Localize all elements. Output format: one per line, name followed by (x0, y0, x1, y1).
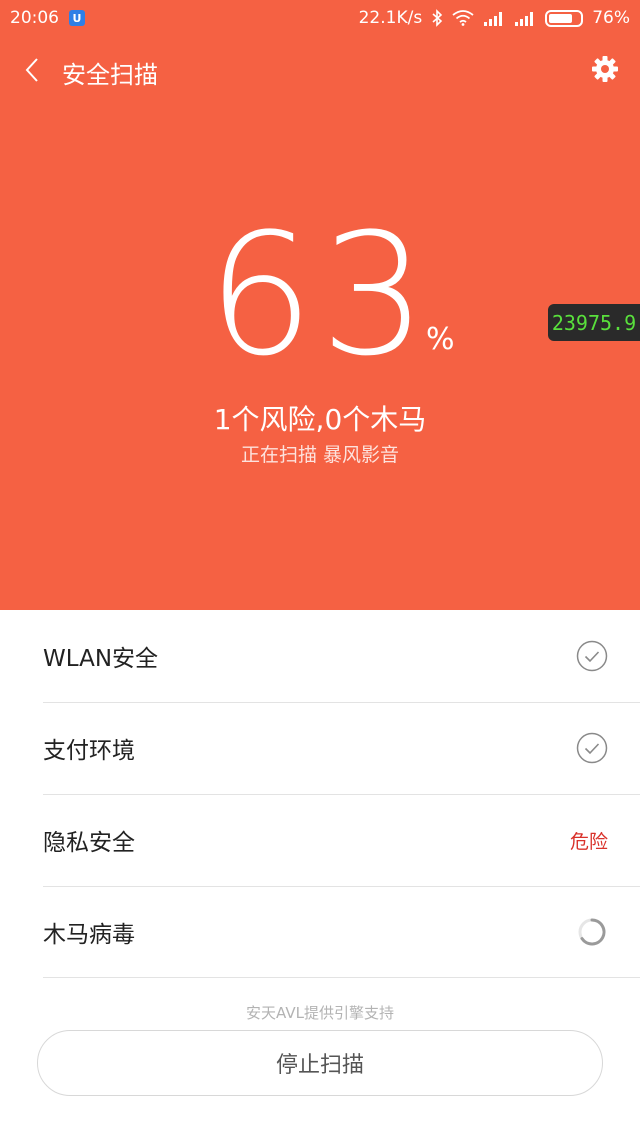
signal-icon (484, 12, 503, 26)
settings-button[interactable] (586, 50, 624, 88)
scan-status-text: 正在扫描 暴风影音 (240, 444, 400, 466)
engine-credit-text: 安天AVL提供引擎支持 (246, 1004, 394, 1022)
bluetooth-icon (432, 9, 443, 27)
list-item-trojan-virus[interactable]: 木马病毒 (0, 886, 640, 978)
signal-icon (515, 12, 534, 26)
loading-spinner-icon (578, 918, 606, 946)
danger-status-label: 危险 (569, 830, 608, 853)
page-title: 安全扫描 (62, 61, 158, 89)
check-circle-icon (576, 640, 608, 672)
check-circle-icon (576, 732, 608, 764)
list-item-label: WLAN安全 (43, 646, 159, 672)
scan-hero-panel: 20:06 U 22.1K/s 76% 安全扫描 63 % 1个风险,0个木马 … (0, 0, 640, 610)
risk-summary: 1个风险,0个木马 (213, 403, 427, 436)
floating-counter-badge[interactable]: 23975.9 (548, 304, 640, 341)
chevron-left-icon (25, 58, 38, 82)
scan-category-list: WLAN安全 支付环境 隐私安全 危险 木马病毒 (0, 610, 640, 978)
progress-percentage: 63 (207, 197, 433, 393)
list-item-payment-environment[interactable]: 支付环境 (0, 702, 640, 794)
battery-percent: 76% (592, 8, 630, 28)
status-bar-right: 22.1K/s 76% (359, 8, 630, 28)
scan-progress: 63 % (0, 210, 640, 380)
percent-sign: % (426, 322, 455, 357)
list-item-privacy-security[interactable]: 隐私安全 危险 (0, 794, 640, 886)
status-bar-left: 20:06 U (10, 8, 85, 28)
list-item-label: 隐私安全 (43, 830, 135, 856)
stop-scan-button[interactable]: 停止扫描 (37, 1030, 603, 1096)
app-bar: 安全扫描 (0, 44, 640, 96)
list-item-wlan-security[interactable]: WLAN安全 (0, 610, 640, 702)
network-speed: 22.1K/s (358, 8, 423, 28)
wifi-icon (452, 10, 474, 26)
gear-icon (592, 56, 618, 82)
app-notification-icon: U (69, 10, 85, 26)
status-time: 20:06 (10, 8, 59, 28)
list-item-label: 支付环境 (43, 738, 135, 764)
status-bar: 20:06 U 22.1K/s 76% (0, 0, 640, 36)
back-button[interactable] (14, 52, 50, 88)
battery-icon (545, 9, 584, 27)
battery-level-fill (549, 13, 572, 23)
list-item-label: 木马病毒 (43, 922, 135, 948)
